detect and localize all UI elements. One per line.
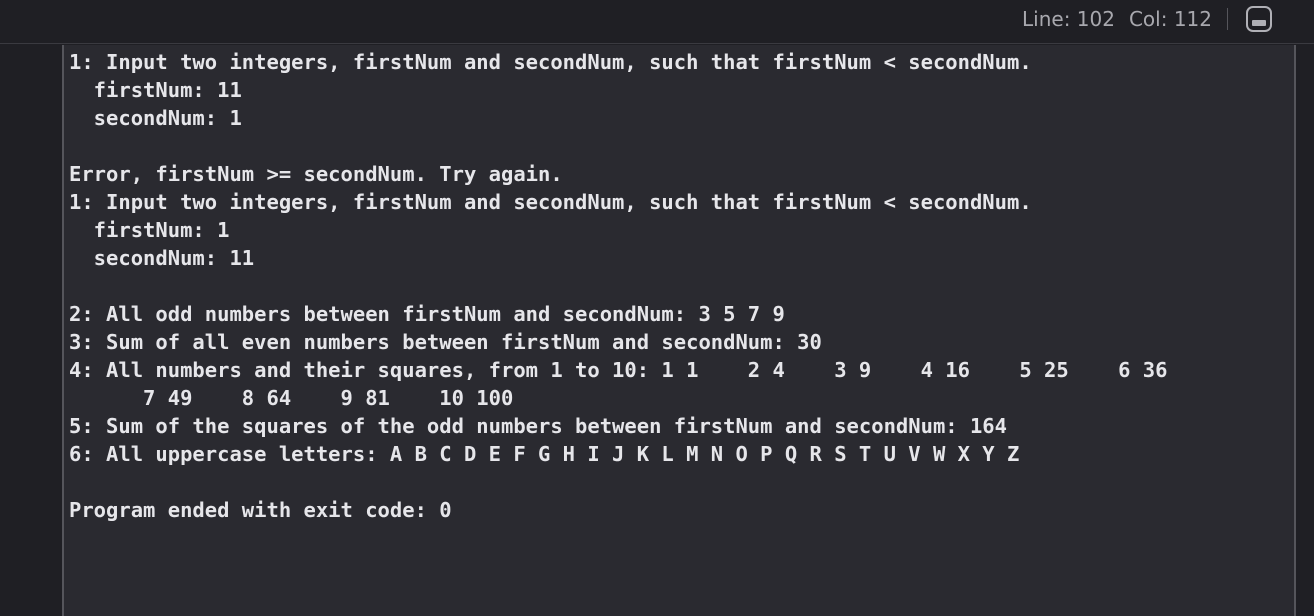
console-text: 1: Input two integers, firstNum and seco… bbox=[69, 48, 1167, 524]
column-number-label: Col: 112 bbox=[1128, 7, 1212, 31]
cursor-position: Line: 102 Col: 112 bbox=[1022, 6, 1212, 32]
console-line: firstNum: 1 bbox=[69, 218, 230, 242]
console-line: 1: Input two integers, firstNum and seco… bbox=[69, 50, 1032, 74]
console-line: Program ended with exit code: 0 bbox=[69, 498, 452, 522]
line-number-label: Line: 102 bbox=[1022, 7, 1115, 31]
status-divider bbox=[1227, 8, 1228, 30]
console-toggle-icon[interactable] bbox=[1246, 6, 1272, 32]
console-line: secondNum: 1 bbox=[69, 106, 242, 130]
console-line: 4: All numbers and their squares, from 1… bbox=[69, 358, 1168, 382]
console-output[interactable]: 1: Input two integers, firstNum and seco… bbox=[62, 45, 1296, 616]
console-line: 5: Sum of the squares of the odd numbers… bbox=[69, 414, 1007, 438]
console-line: 6: All uppercase letters: A B C D E F G … bbox=[69, 442, 1020, 466]
console-line: secondNum: 11 bbox=[69, 246, 255, 270]
console-toggle-icon-bar bbox=[1252, 20, 1266, 26]
console-line: Error, firstNum >= secondNum. Try again. bbox=[69, 162, 563, 186]
xcode-debug-area: Line: 102 Col: 112 1: Input two integers… bbox=[0, 0, 1314, 616]
variables-pane bbox=[0, 45, 62, 616]
console-line: firstNum: 11 bbox=[69, 78, 242, 102]
console-line: 2: All odd numbers between firstNum and … bbox=[69, 302, 785, 326]
console-line: 1: Input two integers, firstNum and seco… bbox=[69, 190, 1032, 214]
console-line: 3: Sum of all even numbers between first… bbox=[69, 330, 822, 354]
console-line: 7 49 8 64 9 81 10 100 bbox=[69, 386, 514, 410]
right-edge bbox=[1296, 45, 1314, 616]
status-bar: Line: 102 Col: 112 bbox=[0, 0, 1314, 44]
